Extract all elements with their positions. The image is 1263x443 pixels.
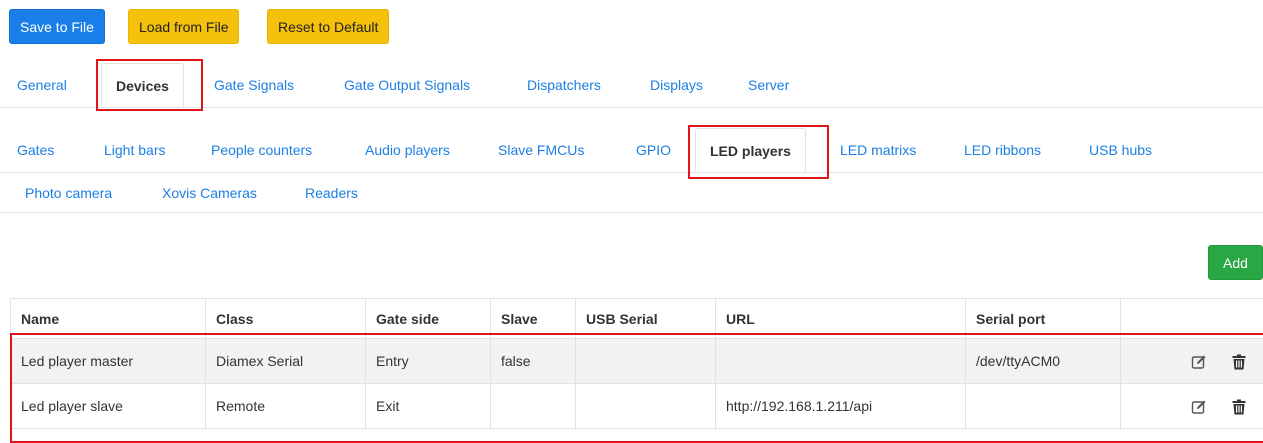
subtab-led-ribbons[interactable]: LED ribbons [964,128,1041,172]
edit-button[interactable] [1181,344,1217,378]
cell-usb-serial [576,339,716,384]
cell-url [716,339,966,384]
delete-button[interactable] [1221,344,1257,378]
cell-slave: false [491,339,576,384]
column-header-usb-serial: USB Serial [576,299,716,339]
trash-icon [1232,354,1246,370]
subtab-divider [0,212,1263,213]
column-header-name: Name [11,299,206,339]
subtab-gates[interactable]: Gates [17,128,54,172]
tab-gate-signals[interactable]: Gate Signals [214,63,294,107]
main-tab-bar: General Devices Gate Signals Gate Output… [0,63,1263,108]
add-button[interactable]: Add [1208,245,1263,280]
subtab-xovis-cameras[interactable]: Xovis Cameras [162,171,257,215]
tab-general[interactable]: General [17,63,67,107]
subtab-usb-hubs[interactable]: USB hubs [1089,128,1152,172]
cell-url: http://192.168.1.211/api [716,384,966,429]
column-header-slave: Slave [491,299,576,339]
tab-devices[interactable]: Devices [101,63,184,107]
cell-name: Led player master [11,339,206,384]
save-to-file-button[interactable]: Save to File [9,9,105,44]
cell-serial-port [966,384,1121,429]
edit-icon [1191,399,1207,415]
subtab-readers[interactable]: Readers [305,171,358,215]
cell-name: Led player slave [11,384,206,429]
tab-displays[interactable]: Displays [650,63,703,107]
led-players-table: Name Class Gate side Slave USB Serial UR… [10,298,1263,429]
subtab-led-matrixs[interactable]: LED matrixs [840,128,916,172]
column-header-gate-side: Gate side [366,299,491,339]
table-header-row: Name Class Gate side Slave USB Serial UR… [11,299,1263,339]
table-row[interactable]: Led player master Diamex Serial Entry fa… [11,339,1263,384]
subtab-audio-players[interactable]: Audio players [365,128,450,172]
trash-icon [1232,399,1246,415]
column-header-url: URL [716,299,966,339]
edit-icon [1191,354,1207,370]
table-row[interactable]: Led player slave Remote Exit http://192.… [11,384,1263,429]
edit-button[interactable] [1181,389,1217,423]
cell-class: Diamex Serial [206,339,366,384]
tab-server[interactable]: Server [748,63,789,107]
subtab-gpio[interactable]: GPIO [636,128,671,172]
subtab-slave-fmcus[interactable]: Slave FMCUs [498,128,584,172]
subtab-people-counters[interactable]: People counters [211,128,312,172]
cell-serial-port: /dev/ttyACM0 [966,339,1121,384]
column-header-class: Class [206,299,366,339]
cell-gate-side: Entry [366,339,491,384]
cell-usb-serial [576,384,716,429]
cell-class: Remote [206,384,366,429]
tab-gate-output-signals[interactable]: Gate Output Signals [344,63,470,107]
reset-to-default-button[interactable]: Reset to Default [267,9,389,44]
sub-tab-bar: Gates Light bars People counters Audio p… [0,128,1263,173]
cell-actions [1121,339,1263,384]
subtab-light-bars[interactable]: Light bars [104,128,165,172]
column-header-actions [1121,299,1263,339]
delete-button[interactable] [1221,389,1257,423]
tab-dispatchers[interactable]: Dispatchers [527,63,601,107]
load-from-file-button[interactable]: Load from File [128,9,239,44]
subtab-photo-camera[interactable]: Photo camera [25,171,112,215]
cell-actions [1121,384,1263,429]
subtab-led-players[interactable]: LED players [695,128,806,172]
column-header-serial-port: Serial port [966,299,1121,339]
cell-gate-side: Exit [366,384,491,429]
cell-slave [491,384,576,429]
